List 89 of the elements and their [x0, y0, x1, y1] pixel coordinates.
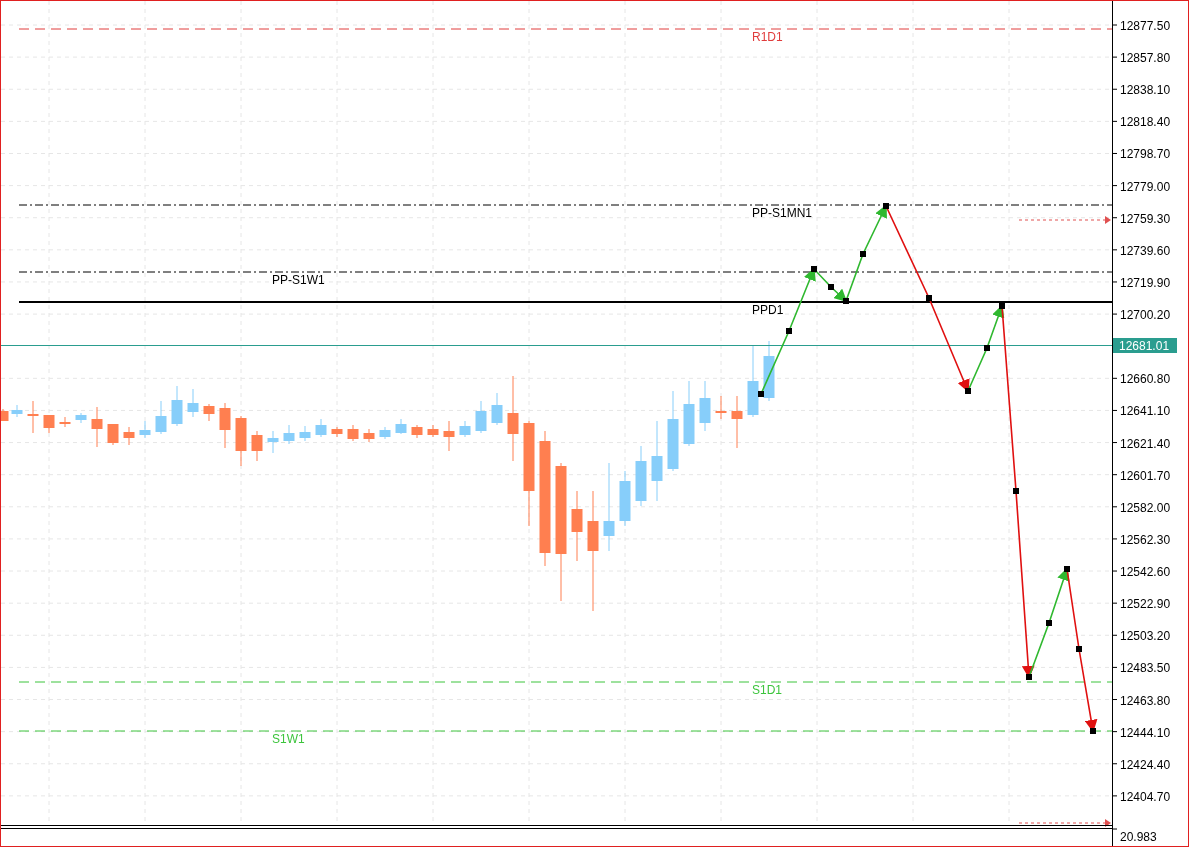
candlestick: [43, 414, 55, 434]
candlestick: [395, 418, 407, 435]
candlestick: [283, 424, 295, 445]
candlestick: [315, 418, 327, 438]
candlestick: [171, 385, 183, 427]
point-marker: [860, 251, 866, 257]
price-label: 12404.70: [1120, 789, 1171, 804]
price-label: 12463.80: [1120, 693, 1171, 708]
price-label: 12798.70: [1120, 147, 1171, 162]
price-label: 12503.20: [1120, 629, 1171, 644]
point-marker: [1013, 488, 1019, 494]
point-marker: [758, 391, 764, 397]
candlestick: [475, 400, 487, 434]
current-price-badge: 12681.01: [1113, 338, 1177, 353]
candlestick: [187, 388, 199, 418]
candlestick: [155, 400, 167, 435]
candlestick: [411, 424, 423, 439]
price-label: 12641.10: [1120, 404, 1171, 419]
price-label: 12818.40: [1120, 115, 1171, 130]
point-marker: [811, 266, 817, 272]
candlestick: [219, 402, 231, 449]
candlestick: [763, 340, 775, 402]
candlestick: [379, 426, 391, 440]
candlestick: [91, 406, 103, 448]
price-label: 12542.60: [1120, 565, 1171, 580]
candlestick: [635, 445, 647, 507]
price-label: 12700.20: [1120, 308, 1171, 323]
level-label: S1W1: [272, 732, 305, 746]
level-label: S1D1: [752, 683, 783, 697]
point-marker: [1064, 566, 1070, 572]
level-label: PP-S1W1: [272, 273, 325, 287]
price-label: 12719.90: [1120, 275, 1171, 290]
point-marker: [984, 345, 990, 351]
candlestick: [75, 412, 87, 424]
price-label: 12621.40: [1120, 436, 1171, 451]
candlestick: [267, 430, 279, 454]
price-label: 12483.50: [1120, 661, 1171, 676]
candlestick: [683, 380, 695, 447]
candlestick: [139, 420, 151, 439]
candlestick: [459, 420, 471, 438]
point-marker: [786, 328, 792, 334]
point-marker: [926, 295, 932, 301]
price-label: 12444.10: [1120, 725, 1171, 740]
candlestick: [427, 424, 439, 438]
price-label: 12779.00: [1120, 179, 1171, 194]
candlestick: [107, 423, 119, 446]
candlestick: [59, 416, 71, 428]
price-label: 12877.50: [1120, 19, 1171, 33]
price-label: 12424.40: [1120, 757, 1171, 772]
point-marker: [1090, 728, 1096, 734]
price-label: 12601.70: [1120, 468, 1171, 483]
candlestick: [11, 404, 23, 418]
candlestick: [203, 403, 215, 422]
point-marker: [843, 298, 849, 304]
price-label: 12759.30: [1120, 211, 1171, 226]
level-label: R1D1: [752, 30, 783, 44]
price-label: 12562.30: [1120, 532, 1171, 547]
point-marker: [828, 284, 834, 290]
price-label: 12857.80: [1120, 51, 1171, 66]
indicator-value: 20.983: [1120, 830, 1157, 844]
candlestick: [443, 420, 455, 452]
candlestick: [347, 424, 359, 442]
candlestick: [331, 426, 343, 438]
candlestick: [619, 470, 631, 527]
price-label: 12838.10: [1120, 83, 1171, 98]
candlestick: [731, 395, 743, 449]
price-label: 12522.90: [1120, 597, 1171, 612]
candlestick: [571, 490, 583, 562]
candlestick: [1, 408, 9, 422]
candlestick: [299, 425, 311, 442]
candlestick: [251, 430, 263, 462]
candlestick: [123, 426, 135, 446]
point-marker: [1076, 646, 1082, 652]
point-marker: [965, 388, 971, 394]
candlestick: [363, 428, 375, 443]
point-marker: [883, 203, 889, 209]
candlestick: [715, 395, 727, 420]
candlestick: [699, 380, 711, 432]
point-marker: [1046, 620, 1052, 626]
price-label: 12660.80: [1120, 372, 1171, 387]
candlestick: [491, 392, 503, 426]
candlestick: [27, 400, 39, 434]
price-label: 12582.00: [1120, 500, 1171, 515]
point-marker: [999, 303, 1005, 309]
candlestick: [235, 415, 247, 467]
level-label: PPD1: [752, 303, 784, 317]
price-label: 12739.60: [1120, 243, 1171, 258]
point-marker: [1026, 674, 1032, 680]
level-label: PP-S1MN1: [752, 206, 813, 220]
